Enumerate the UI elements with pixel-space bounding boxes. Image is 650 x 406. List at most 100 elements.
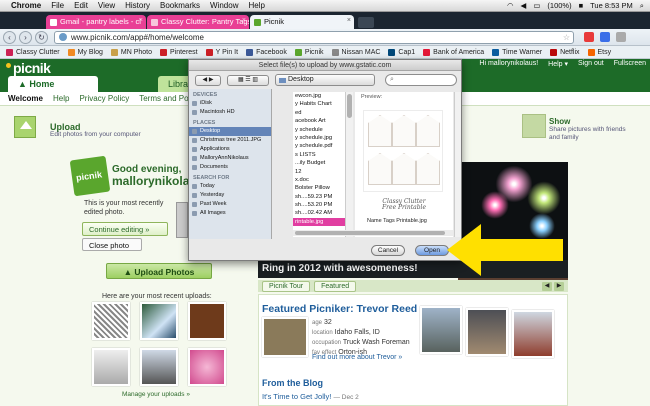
sidebar-item-desktop[interactable]: Desktop [189,127,271,136]
volume-icon[interactable]: ◀ [521,1,527,10]
forward-icon[interactable]: › [19,30,32,44]
bookmark-item[interactable]: Y Pin It [205,48,238,56]
menu-edit[interactable]: Edit [74,1,88,10]
file-list-item[interactable]: rintable.jpg [293,217,347,227]
show-title[interactable]: Show [549,117,570,126]
battery-icon[interactable]: ▭ [533,1,540,10]
bookmark-item[interactable]: Netflix [550,48,580,56]
continue-editing-button[interactable]: Continue editing » [82,222,168,236]
menu-app-chrome[interactable]: Chrome [11,1,41,10]
next-arrow-icon[interactable]: ▶ [554,281,564,291]
recent-photo-thumb[interactable] [176,202,188,238]
file-list-item[interactable]: acebook Art [293,117,347,125]
upload-thumb[interactable] [188,302,226,340]
tab-home[interactable]: ▲ Home [8,76,98,92]
bookmark-item[interactable]: My Blog [67,48,103,56]
file-list-item[interactable]: ed [293,109,347,117]
bookmark-item[interactable]: Cap1 [388,48,415,56]
menu-file[interactable]: File [51,1,64,10]
reload-icon[interactable]: ↻ [35,30,48,44]
menu-view[interactable]: View [98,1,115,10]
file-list-item[interactable]: x.doc [293,176,347,184]
file-list-item[interactable]: y schedule [293,126,347,134]
sidebar-item-documents[interactable]: Documents [189,163,271,172]
preview-scrollbar[interactable] [454,92,461,237]
upload-thumb[interactable] [188,348,226,386]
close-tab-icon[interactable]: × [139,17,143,24]
sidebar-item-all-images[interactable]: All Images [189,209,271,218]
bookmark-item[interactable]: Time Warner [492,48,542,56]
file-list-item[interactable]: y schedule.pdf [293,142,347,150]
upload-thumb[interactable] [140,348,178,386]
location-popup[interactable]: Desktop [275,74,375,86]
upload-photos-button[interactable]: ▲ Upload Photos [106,263,212,279]
show-icon[interactable] [522,114,546,138]
tab-gmail[interactable]: Gmail - pantry labels - cl × [46,15,146,29]
flag-icon[interactable]: ■ [579,1,584,10]
upload-arrow-icon[interactable] [14,116,36,138]
sign-out-link[interactable]: Sign out [578,60,604,68]
picnik-logo[interactable]: picnik [13,60,51,76]
sidebar-item-idisk[interactable]: iDisk [189,99,271,108]
back-forward-buttons[interactable]: ◀ ▶ [195,75,221,86]
featured-photo[interactable] [466,308,508,356]
horizontal-scrollbar[interactable] [293,230,453,236]
new-tab-button[interactable] [358,17,374,28]
back-icon[interactable]: ‹ [3,30,16,44]
tab-featured[interactable]: Featured [314,280,357,292]
file-list-item[interactable]: 12 [293,168,347,176]
tab-picnik-tour[interactable]: Picnik Tour [262,280,311,292]
featured-photo[interactable] [420,306,462,354]
close-photo-button[interactable]: Close photo [82,238,142,251]
sidebar-item-today[interactable]: Today [189,182,271,191]
bookmark-item[interactable]: Pinterest [160,48,198,56]
bookmark-item[interactable]: Facebook [246,48,287,56]
bookmark-star-icon[interactable]: ☆ [563,33,570,42]
subnav-help[interactable]: Help [53,94,69,103]
upload-thumb[interactable] [92,302,130,340]
file-list-item[interactable]: sh....53.20 PM [293,201,347,209]
sidebar-item-macintosh-hd[interactable]: Macintosh HD [189,108,271,117]
sidebar-item-christmas-tree[interactable]: Christmas tree 2011.JPG [189,136,271,145]
upload-thumb[interactable] [140,302,178,340]
file-list-item[interactable]: y schedule.jpg [293,134,347,142]
featured-avatar[interactable] [262,317,308,357]
menu-window[interactable]: Window [210,1,238,10]
bookmark-item[interactable]: Nissan MAC [331,48,380,56]
menu-help[interactable]: Help [248,1,264,10]
cancel-button[interactable]: Cancel [371,245,405,256]
sidebar-item-yesterday[interactable]: Yesterday [189,191,271,200]
close-tab-icon[interactable]: × [242,17,246,24]
bookmark-item[interactable]: Picnik [294,48,324,56]
file-list-item[interactable]: s LISTS [293,151,347,159]
file-list-item[interactable]: y Habits Chart [293,100,347,108]
file-list-item[interactable]: ...ily Budget [293,159,347,167]
tab-picnik[interactable]: Picnik × [250,15,354,29]
blog-post-link[interactable]: It's Time to Get Jolly! — Dec 2 [262,392,359,401]
featured-more-link[interactable]: Find out more about Trevor » [312,354,402,361]
extension-icon[interactable] [584,32,594,42]
sidebar-item-home[interactable]: MalloryAnnNikolaus [189,154,271,163]
bookmark-item[interactable]: MN Photo [110,48,152,56]
bookmark-item[interactable]: Classy Clutter [6,48,60,56]
sidebar-item-applications[interactable]: Applications [189,145,271,154]
view-mode-buttons[interactable]: ▦ ☰ ▥ [227,75,269,86]
bookmark-item[interactable]: Etsy [587,48,611,56]
address-bar[interactable]: www.picnik.com/app#/home/welcome ☆ [54,30,574,44]
spotlight-icon[interactable]: ⌕ [640,1,644,11]
dialog-search-field[interactable]: ⌕ [385,74,457,86]
settings-wrench-icon[interactable] [616,32,626,42]
tab-classy-clutter[interactable]: Classy Clutter: Pantry Tags × [147,15,249,29]
fullscreen-link[interactable]: Fullscreen [614,60,646,68]
file-list-item[interactable]: sh....59.23 PM [293,193,347,201]
subnav-welcome[interactable]: Welcome [8,94,43,103]
prev-arrow-icon[interactable]: ◀ [542,281,552,291]
file-list-item[interactable]: Bolster Pillow [293,184,347,192]
open-button[interactable]: Open [415,245,449,256]
extension-icon[interactable] [600,32,610,42]
file-list-item[interactable]: ewcon.jpg [293,92,347,100]
subnav-privacy[interactable]: Privacy Policy [79,94,129,103]
close-tab-icon[interactable]: × [347,17,351,24]
sidebar-item-past-week[interactable]: Past Week [189,200,271,209]
featured-photo[interactable] [512,310,554,358]
